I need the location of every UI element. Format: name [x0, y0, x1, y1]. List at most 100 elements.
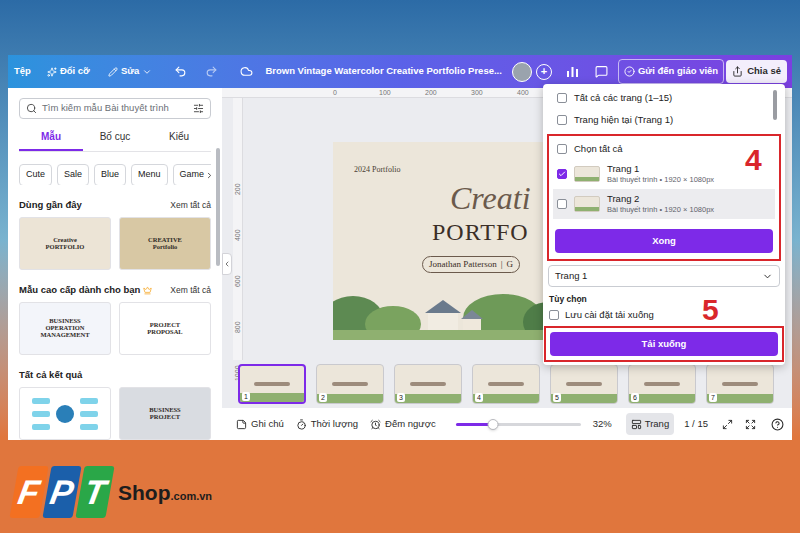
page-select[interactable]: Trang 1: [548, 265, 780, 287]
page-option[interactable]: Trang hiện tại (Trang 1): [547, 109, 781, 131]
fptshop-watermark: FPTShop.com.vn: [14, 466, 212, 518]
see-all-link[interactable]: Xem tất cả: [170, 199, 211, 212]
template-thumbnail[interactable]: CREATIVEPortfolio: [119, 217, 211, 270]
check-circle-icon: [624, 66, 635, 77]
file-menu[interactable]: Tệp: [14, 64, 31, 78]
select-all-row[interactable]: Chọn tất cả: [553, 139, 775, 159]
download-panel: Tất cả các trang (1–15)Trang hiện tại (T…: [543, 84, 785, 365]
fullscreen-icon[interactable]: [745, 419, 756, 430]
download-button[interactable]: Tải xuống: [550, 332, 778, 356]
ruler-label: 200: [232, 176, 244, 222]
page-number: 4: [475, 393, 483, 402]
page-thumbnail[interactable]: 2: [316, 364, 384, 404]
section-title: Dùng gần đây: [19, 198, 82, 212]
page-thumbnail[interactable]: 1: [238, 364, 306, 404]
search-field[interactable]: Tìm kiếm mẫu Bài thuyết trình: [19, 98, 211, 119]
screen: Tệp Đổi cỡ Sửa Brown Vintage Watercolor Cre…: [0, 0, 800, 533]
chevron-down-icon: [762, 271, 773, 282]
notes-icon: [236, 419, 247, 430]
template-thumbnail[interactable]: [19, 387, 111, 440]
page-number: 5: [553, 393, 561, 402]
zoom-reading[interactable]: 32%: [593, 417, 612, 431]
check-icon: [558, 170, 566, 178]
filter-chip[interactable]: Cute: [19, 164, 52, 185]
step-annotation: 4: [745, 144, 762, 176]
edit-menu[interactable]: Sửa: [108, 64, 153, 78]
grid-view-icon[interactable]: [722, 419, 733, 430]
filter-icon[interactable]: [193, 103, 204, 114]
done-button[interactable]: Xong: [555, 229, 773, 253]
page-option[interactable]: Tất cả các trang (1–15): [547, 87, 781, 109]
pages-button[interactable]: Trang: [626, 413, 674, 435]
redo-icon[interactable]: [205, 65, 218, 78]
share-icon: [732, 66, 743, 77]
watermark-domain: .com.vn: [171, 488, 213, 505]
option-checkbox[interactable]: [557, 93, 567, 103]
send-to-teacher-button[interactable]: Gửi đến giáo viên: [618, 59, 724, 83]
page-checkbox[interactable]: [557, 199, 567, 209]
cloud-icon[interactable]: [240, 65, 253, 78]
slide[interactable]: 2024 PortfolioCreatiPORTFOJonathan Patte…: [333, 142, 560, 340]
zoom-slider[interactable]: [456, 418, 581, 430]
select-all-checkbox[interactable]: [557, 144, 567, 154]
sidebar-tab[interactable]: Kiểu: [147, 127, 211, 151]
template-thumbnail[interactable]: BUSINESSPROJECT: [119, 387, 211, 440]
logo-letter: T: [75, 466, 114, 518]
undo-icon[interactable]: [174, 65, 187, 78]
avatar[interactable]: [512, 62, 532, 82]
sidebar-tab[interactable]: Bố cục: [83, 127, 147, 151]
template-thumbnail[interactable]: BUSINESSOPERATIONMANAGEMENT: [19, 302, 111, 355]
crown-icon: [143, 286, 152, 295]
page-thumbnail[interactable]: 6: [628, 364, 696, 404]
page-thumbnail[interactable]: 7: [706, 364, 774, 404]
sidebar-scrollbar[interactable]: [213, 88, 222, 440]
thumbnail-text: PORTFOLIO: [46, 244, 85, 251]
comment-icon[interactable]: [595, 65, 608, 78]
notes-button[interactable]: Ghi chú: [236, 417, 284, 431]
save-settings-checkbox[interactable]: [549, 310, 559, 320]
left-ruler: 2004006008001000: [233, 98, 243, 360]
sidebar-tab[interactable]: Mẫu: [19, 127, 83, 151]
page-info: Bài thuyết trình • 1920 × 1080px: [607, 175, 714, 184]
template-section: Dùng gần đây Xem tất cả CreativePORTFOLIOC…: [19, 198, 211, 270]
chevron-right-icon: [205, 171, 211, 180]
options-title: Tùy chọn: [547, 293, 781, 306]
page-row[interactable]: Trang 1Bài thuyết trình • 1920 × 1080px: [553, 159, 775, 189]
page-thumbnail[interactable]: 3: [394, 364, 462, 404]
chart-icon[interactable]: [566, 65, 579, 78]
page-checkbox[interactable]: [557, 169, 567, 179]
thumbnail-text: PROJECT: [150, 414, 180, 421]
collapse-handle[interactable]: [222, 253, 232, 275]
ruler-label: 300: [471, 88, 517, 97]
page-row[interactable]: Trang 2Bài thuyết trình • 1920 × 1080px: [553, 189, 775, 219]
section-title: Tất cả kết quả: [19, 368, 82, 382]
slide-author-box: Jonathan Patterson|G: [422, 256, 520, 273]
filter-chip[interactable]: Game: [173, 164, 211, 185]
countdown-button[interactable]: Đếm ngược: [370, 417, 436, 431]
document-title[interactable]: Brown Vintage Watercolor Creative Portfo…: [265, 64, 502, 78]
slide-heading: PORTFO: [432, 218, 560, 246]
filter-chip[interactable]: Menu: [131, 164, 168, 185]
page-thumbnail[interactable]: 4: [472, 364, 540, 404]
page-thumbnail[interactable]: 5: [550, 364, 618, 404]
thumbnail-text: MANAGEMENT: [40, 332, 89, 339]
add-collaborator-button[interactable]: +: [536, 64, 552, 80]
template-thumbnail[interactable]: CreativePORTFOLIO: [19, 217, 111, 270]
help-icon[interactable]: [771, 418, 784, 431]
option-checkbox[interactable]: [557, 115, 567, 125]
ruler-label: 0: [333, 88, 379, 97]
thumbnail-text: PROJECT: [150, 322, 180, 329]
save-settings-row[interactable]: Lưu cài đặt tải xuống: [547, 306, 781, 324]
see-all-link[interactable]: Xem tất cả: [170, 284, 211, 297]
ruler-label: 100: [379, 88, 425, 97]
thumbnail-text: OPERATION: [46, 325, 85, 332]
watercolor-landscape: [333, 288, 560, 340]
template-thumbnail[interactable]: PROJECTPROPOSAL: [119, 302, 211, 355]
resize-menu[interactable]: Đổi cỡ: [47, 64, 90, 78]
filter-chip[interactable]: Blue: [94, 164, 126, 185]
thumbnail-text: BUSINESS: [49, 318, 80, 325]
filter-chip[interactable]: Sale: [57, 164, 89, 185]
duration-button[interactable]: Thời lượng: [296, 417, 358, 431]
page-info: Bài thuyết trình • 1920 × 1080px: [607, 205, 714, 214]
share-button[interactable]: Chia sẻ: [726, 60, 787, 82]
